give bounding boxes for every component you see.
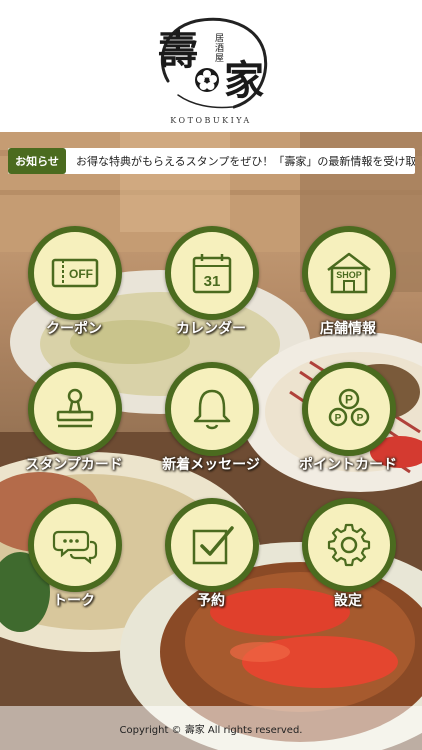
app-header: 壽 居酒屋 家 KOTOBUKIYA: [0, 0, 422, 132]
points-icon-text-1: P: [345, 393, 353, 407]
points-icon-circle: P P P: [302, 362, 396, 456]
menu-coupon-button[interactable]: OFF クーポン: [6, 226, 142, 346]
menu-reservation-button[interactable]: 予約: [143, 498, 279, 618]
menu-settings-button[interactable]: 設定: [280, 498, 416, 618]
bell-icon-circle: [165, 362, 259, 456]
menu-label-calendar: カレンダー: [176, 321, 246, 337]
menu-shop-info-button[interactable]: SHOP 店舗情報: [280, 226, 416, 346]
calendar-icon-circle: 31: [165, 226, 259, 320]
copyright-text: Copyright © 壽家 All rights reserved.: [119, 724, 303, 736]
menu-label-stamp-card: スタンプカード: [25, 457, 123, 473]
shop-icon: SHOP: [327, 252, 371, 294]
reservation-icon-circle: [165, 498, 259, 592]
logo-roman-text: KOTOBUKIYA: [170, 116, 252, 125]
chat-icon: [52, 530, 98, 565]
menu-label-reservation: 予約: [197, 593, 225, 609]
coupon-icon-text: OFF: [69, 267, 93, 281]
chat-icon-circle: [28, 498, 122, 592]
points-icon-text-3: P: [357, 413, 364, 424]
gear-icon-circle: [302, 498, 396, 592]
stamp-icon: [56, 388, 94, 428]
bell-icon: [193, 389, 231, 430]
shop-icon-circle: SHOP: [302, 226, 396, 320]
coupon-icon-circle: OFF: [28, 226, 122, 320]
app-footer: Copyright © 壽家 All rights reserved.: [0, 706, 422, 750]
menu-label-settings: 設定: [334, 593, 362, 609]
menu-calendar-button[interactable]: 31 カレンダー: [143, 226, 279, 346]
kotobukiya-logo: 壽 居酒屋 家 KOTOBUKIYA: [146, 7, 276, 125]
news-ticker-message[interactable]: お得な特典がもらえるスタンプをぜひ！「壽家」の最新情報を受け取るにはアプリの通知…: [66, 153, 415, 169]
menu-stamp-card-button[interactable]: スタンプカード: [6, 362, 142, 482]
news-ticker[interactable]: お知らせ お得な特典がもらえるスタンプをぜひ！「壽家」の最新情報を受け取るにはア…: [8, 148, 415, 174]
menu-point-card-button[interactable]: P P P ポイントカード: [280, 362, 416, 482]
menu-new-messages-button[interactable]: 新着メッセージ: [143, 362, 279, 482]
plum-crest-icon: [195, 68, 219, 92]
stamp-icon-circle: [28, 362, 122, 456]
menu-label-point-card: ポイントカード: [299, 457, 397, 473]
news-badge: お知らせ: [8, 148, 66, 174]
logo-kanji-kotobuki: 壽: [158, 27, 198, 74]
calendar-icon-text: 31: [204, 273, 221, 290]
calendar-icon: 31: [192, 254, 232, 294]
menu-label-coupon: クーポン: [46, 321, 102, 337]
reservation-check-icon: [192, 526, 234, 565]
gear-icon: [327, 523, 371, 567]
points-icon: P P P: [328, 388, 370, 427]
points-icon-text-2: P: [335, 413, 342, 424]
coupon-off-icon: OFF: [51, 258, 99, 288]
menu-label-new-messages: 新着メッセージ: [162, 457, 260, 473]
menu-talk-button[interactable]: トーク: [6, 498, 142, 618]
menu-label-talk: トーク: [53, 593, 95, 609]
menu-label-shop-info: 店舗情報: [320, 321, 376, 337]
shop-icon-text: SHOP: [336, 270, 362, 280]
logo-kanji-ie: 家: [224, 57, 264, 104]
